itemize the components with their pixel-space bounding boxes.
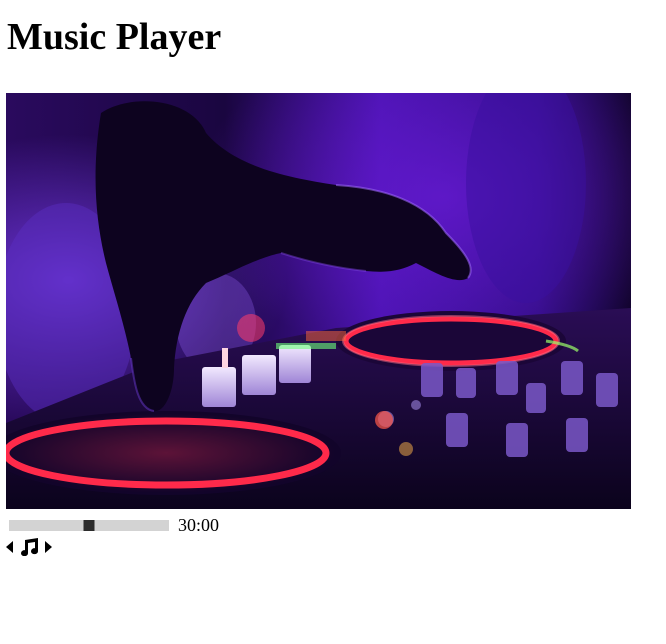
- page-title: Music Player: [7, 16, 222, 58]
- time-display: 30:00: [178, 515, 220, 535]
- player-controls: [6, 537, 52, 557]
- music-note-icon: [21, 538, 39, 556]
- progress-handle[interactable]: [83, 519, 95, 531]
- play-button[interactable]: [18, 538, 40, 556]
- previous-button[interactable]: [6, 541, 14, 553]
- progress-row: 30:00: [9, 514, 219, 536]
- caret-right-icon: [45, 541, 52, 553]
- next-button[interactable]: [44, 541, 52, 553]
- caret-left-icon: [6, 541, 13, 553]
- album-cover: [6, 93, 631, 509]
- progress-bar[interactable]: [9, 519, 169, 531]
